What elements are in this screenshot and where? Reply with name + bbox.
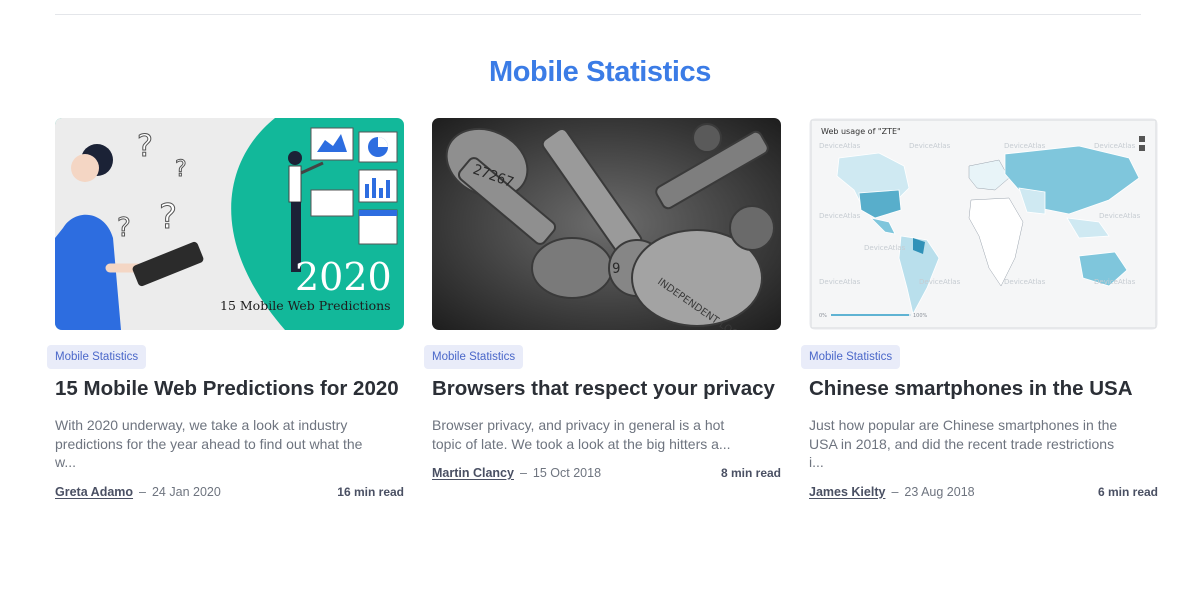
section-title: Mobile Statistics	[488, 56, 712, 88]
author-link[interactable]: James Kielty	[809, 485, 885, 499]
article-excerpt: Browser privacy, and privacy in general …	[432, 417, 731, 452]
meta-separator: –	[139, 484, 146, 499]
article-card[interactable]: 27267 9 INDEPENDENT LOCK Mobile Statisti…	[424, 118, 781, 499]
article-card[interactable]: ? ? ? ? 2020 15 Mobile Web Predictions M…	[47, 118, 404, 499]
svg-text:?: ?	[137, 129, 153, 164]
publish-date: 24 Jan 2020	[151, 484, 221, 499]
article-meta: James Kielty – 23 Aug 2018 6 min read	[809, 485, 1158, 499]
meta-separator: –	[519, 466, 527, 480]
map-watermark: DeviceAtlas	[919, 278, 961, 286]
map-watermark: DeviceAtlas	[909, 142, 951, 150]
category-tag[interactable]: Mobile Statistics	[801, 345, 901, 369]
svg-text:?: ?	[159, 197, 177, 237]
map-watermark: DeviceAtlas	[1094, 278, 1136, 286]
read-time: 16 min read	[337, 484, 404, 499]
map-title: Web usage of "ZTE"	[821, 127, 901, 136]
map-watermark: DeviceAtlas	[819, 142, 861, 150]
map-watermark: DeviceAtlas	[819, 278, 861, 286]
thumb-year: 2020	[295, 255, 392, 299]
map-watermark: DeviceAtlas	[1004, 142, 1046, 150]
read-time: 8 min read	[720, 466, 781, 480]
publish-date: 23 Aug 2018	[904, 484, 975, 499]
svg-text:?: ?	[117, 213, 131, 243]
map-watermark: DeviceAtlas	[1094, 142, 1136, 150]
article-thumbnail-map[interactable]: Web usage of "ZTE" DeviceAtlas DeviceAtl…	[809, 118, 1158, 330]
article-thumbnail-keys[interactable]: 27267 9 INDEPENDENT LOCK	[432, 118, 781, 330]
category-tag[interactable]: Mobile Statistics	[47, 345, 147, 369]
category-tag[interactable]: Mobile Statistics	[424, 345, 524, 369]
article-excerpt: Just how popular are Chinese smartphones…	[809, 417, 1118, 470]
thumb-caption: 15 Mobile Web Predictions	[220, 298, 391, 313]
article-title[interactable]: 15 Mobile Web Predictions for 2020	[55, 376, 400, 401]
article-meta: Greta Adamo – 24 Jan 2020 16 min read	[55, 485, 404, 499]
read-time: 6 min read	[1097, 484, 1158, 499]
map-watermark: DeviceAtlas	[864, 244, 906, 252]
svg-text:9: 9	[612, 261, 620, 277]
author-link[interactable]: Martin Clancy	[432, 466, 514, 480]
article-meta: Martin Clancy – 15 Oct 2018 8 min read	[432, 466, 781, 480]
article-title[interactable]: Chinese smartphones in the USA	[809, 376, 1154, 401]
publish-date: 15 Oct 2018	[532, 466, 602, 480]
meta-separator: –	[891, 484, 899, 499]
article-card[interactable]: Web usage of "ZTE" DeviceAtlas DeviceAtl…	[801, 118, 1158, 499]
scale-max: 100%	[913, 313, 928, 319]
map-watermark: DeviceAtlas	[1099, 212, 1141, 220]
scale-min: 0%	[819, 313, 827, 319]
map-watermark: DeviceAtlas	[819, 212, 861, 220]
article-excerpt: With 2020 underway, we take a look at in…	[55, 417, 363, 470]
map-watermark: DeviceAtlas	[1004, 278, 1046, 286]
article-title[interactable]: Browsers that respect your privacy	[432, 376, 777, 401]
author-link[interactable]: Greta Adamo	[55, 485, 133, 499]
article-cards: ? ? ? ? 2020 15 Mobile Web Predictions M…	[47, 118, 1158, 499]
svg-text:?: ?	[175, 157, 187, 182]
top-divider	[55, 14, 1141, 15]
article-thumbnail-predictions[interactable]: ? ? ? ? 2020 15 Mobile Web Predictions	[55, 118, 404, 330]
